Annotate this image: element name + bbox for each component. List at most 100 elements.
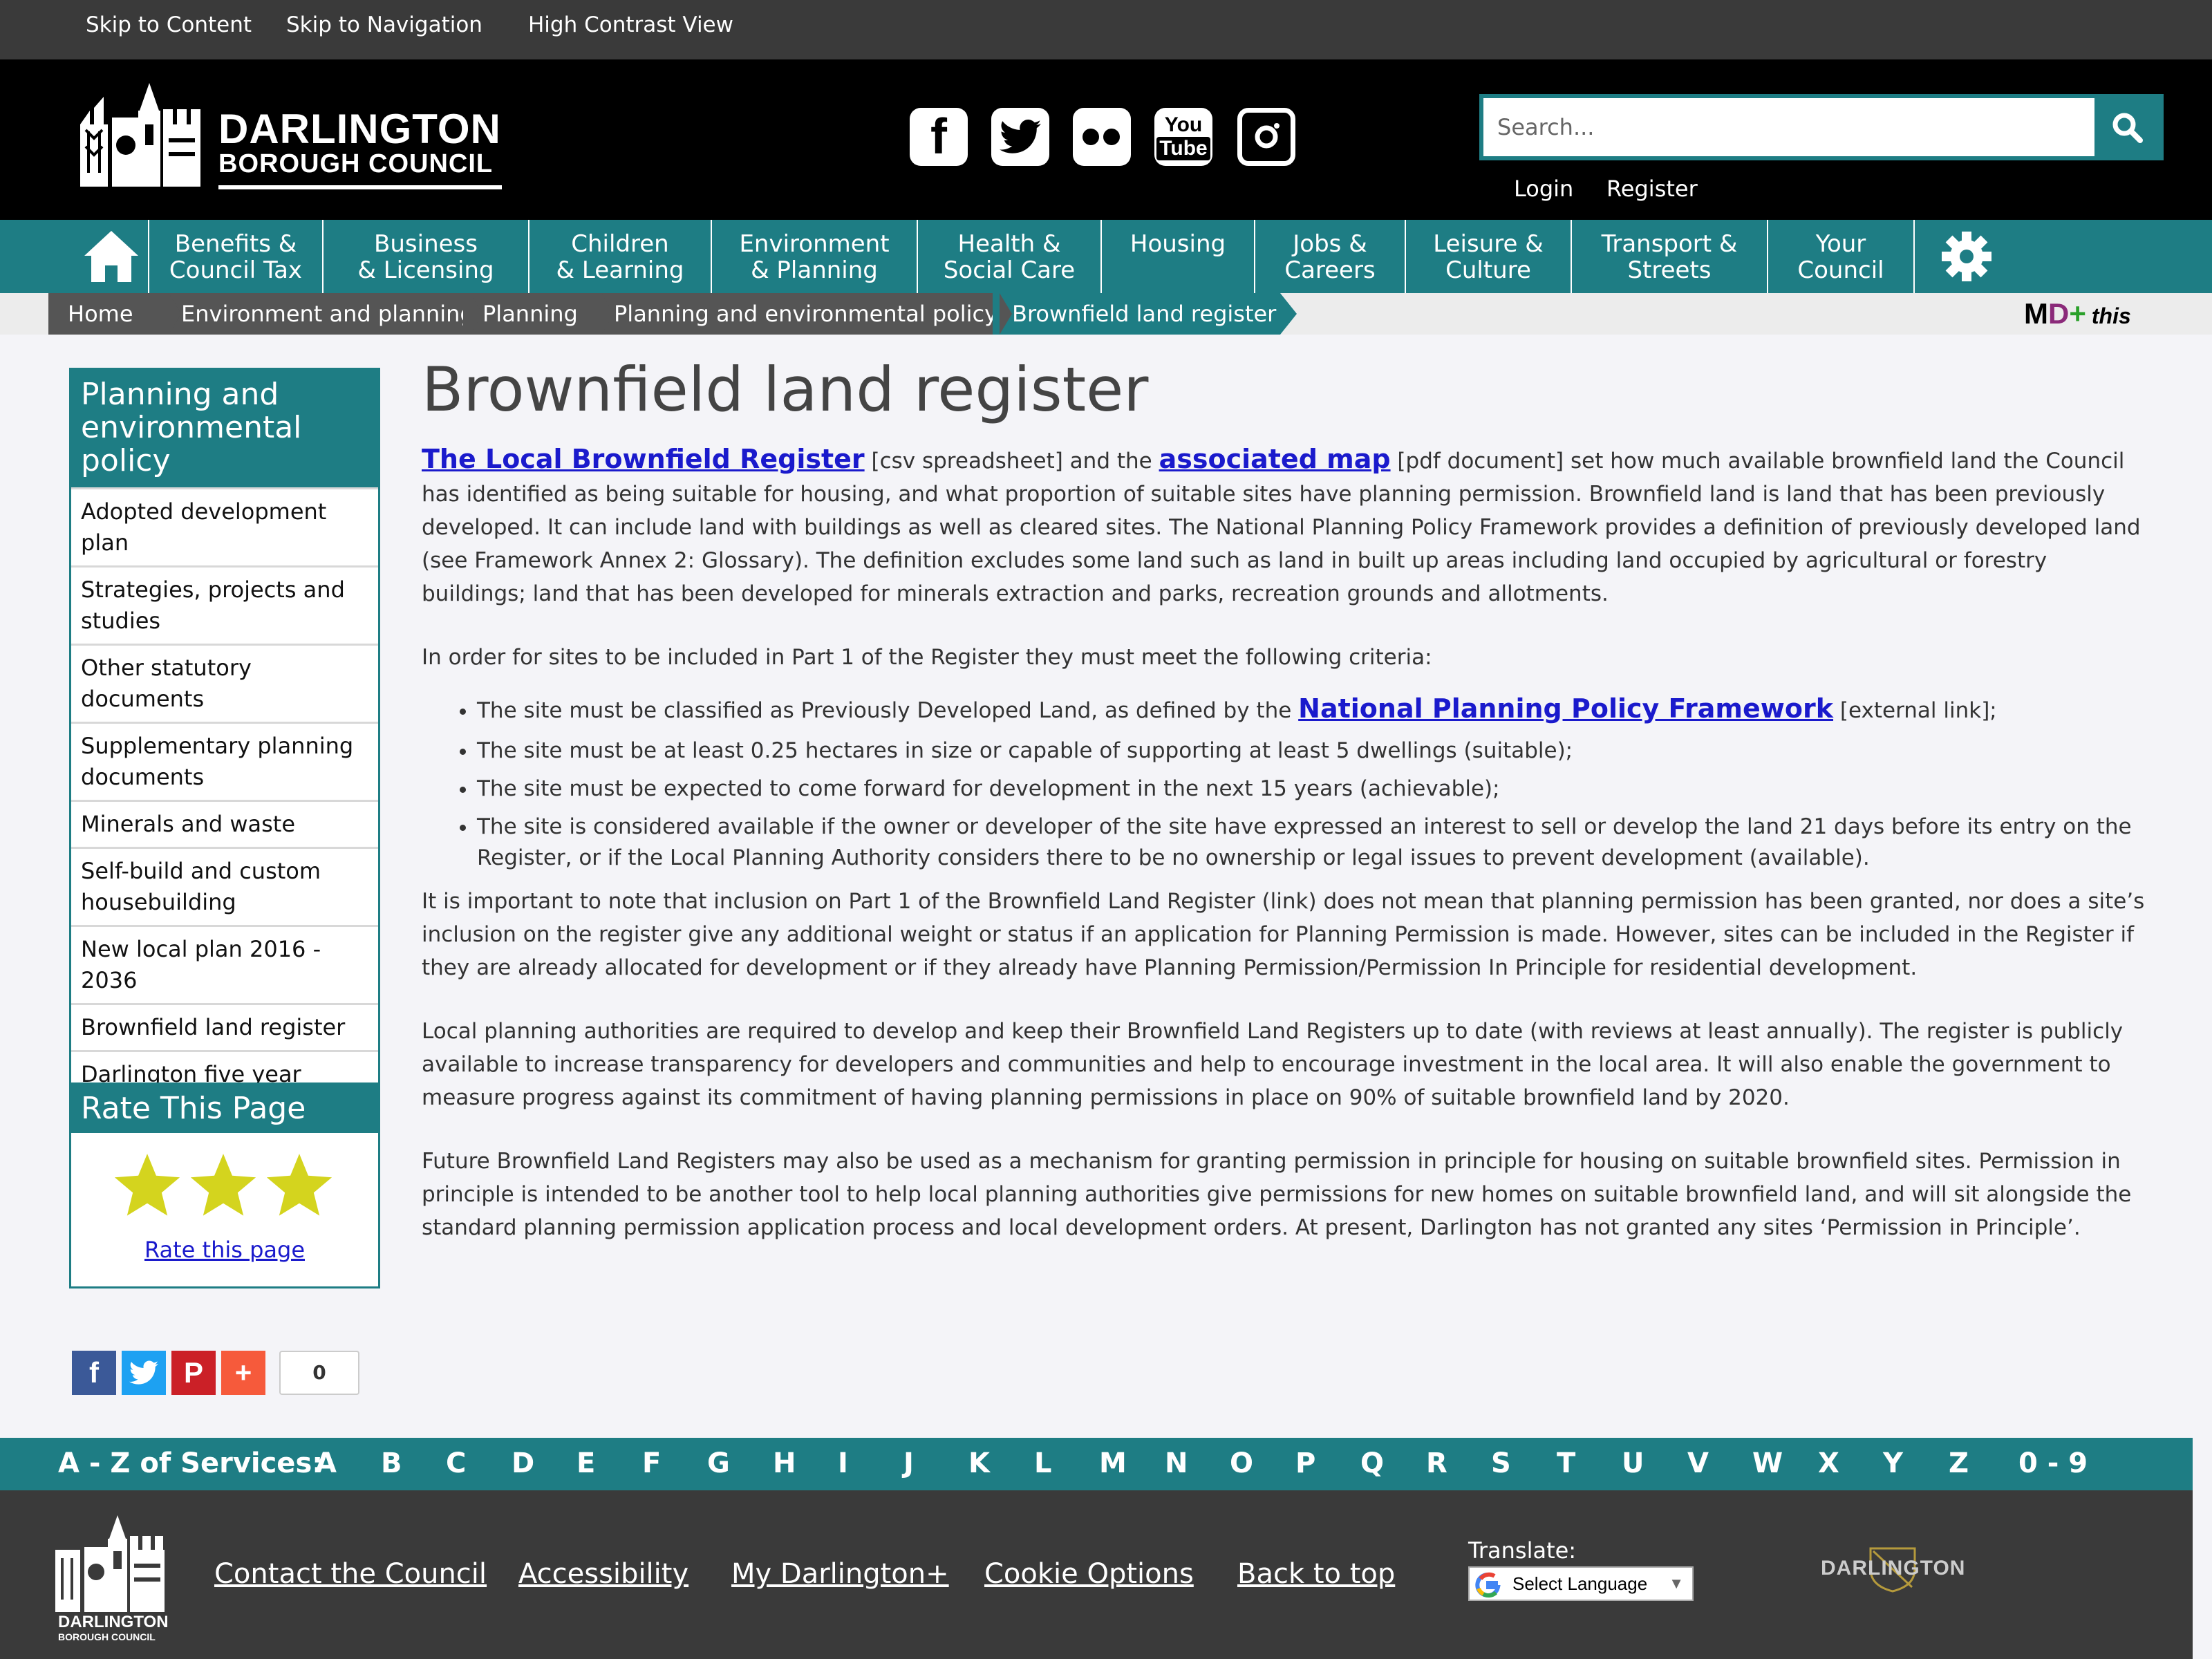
az-letter-q[interactable]: Q — [1360, 1447, 1384, 1479]
breadcrumb-home[interactable]: Home — [48, 293, 169, 335]
sidebar-item-adopted-plan[interactable]: Adopted development plan — [71, 487, 378, 565]
share-twitter-button[interactable] — [122, 1351, 166, 1395]
nav-leisure[interactable]: Leisure & Culture — [1406, 220, 1572, 293]
main-content: The Local Brownfield Register [csv sprea… — [422, 442, 2150, 1275]
twitter-icon[interactable] — [991, 108, 1049, 166]
high-contrast-link[interactable]: High Contrast View — [528, 12, 733, 37]
search-button[interactable] — [2094, 98, 2159, 156]
az-letter-x[interactable]: X — [1818, 1447, 1839, 1479]
breadcrumb-environment[interactable]: Environment and planning — [162, 293, 474, 335]
star-icon[interactable] — [189, 1154, 258, 1220]
share-count: 0 — [279, 1351, 359, 1395]
az-letter-c[interactable]: C — [446, 1447, 466, 1479]
youtube-icon[interactable]: You Tube — [1154, 108, 1212, 166]
sidebar-item-supplementary[interactable]: Supplementary planning documents — [71, 722, 378, 800]
council-logo[interactable]: DARLINGTON BOROUGH COUNCIL — [80, 83, 502, 200]
criteria-list: The site must be classified as Previousl… — [477, 691, 2150, 874]
az-letter-a[interactable]: A — [315, 1447, 337, 1479]
breadcrumb-current: Brownfield land register — [993, 293, 1280, 335]
nav-environment[interactable]: Environment & Planning — [712, 220, 918, 293]
sidebar-item-brownfield[interactable]: Brownfield land register — [71, 1003, 378, 1050]
az-letter-o[interactable]: O — [1230, 1447, 1253, 1479]
az-letter-u[interactable]: U — [1622, 1447, 1644, 1479]
az-letter-n[interactable]: N — [1165, 1447, 1188, 1479]
skip-to-navigation-link[interactable]: Skip to Navigation — [286, 12, 482, 37]
back-to-top-link[interactable]: Back to top — [1237, 1558, 1395, 1590]
rate-this-page-link[interactable]: Rate this page — [71, 1237, 378, 1263]
local-brownfield-register-link[interactable]: The Local Brownfield Register — [422, 444, 865, 474]
cookie-options-link[interactable]: Cookie Options — [984, 1558, 1194, 1590]
skip-to-content-link[interactable]: Skip to Content — [86, 12, 252, 37]
nav-health[interactable]: Health & Social Care — [918, 220, 1102, 293]
login-link[interactable]: Login — [1514, 176, 1573, 202]
az-letter-d[interactable]: D — [512, 1447, 534, 1479]
sidebar-item-statutory[interactable]: Other statutory documents — [71, 644, 378, 722]
az-letter-j[interactable]: J — [903, 1447, 914, 1479]
search-input[interactable] — [1483, 98, 2099, 156]
register-link[interactable]: Register — [1606, 176, 1698, 202]
az-letter-0-9[interactable]: 0 - 9 — [2018, 1447, 2088, 1479]
logo-line-2: BOROUGH COUNCIL — [218, 149, 494, 178]
translate-label: Translate: — [1468, 1537, 1577, 1564]
az-label: A - Z of Services: — [58, 1447, 324, 1479]
star-icon[interactable] — [265, 1154, 334, 1220]
az-letter-r[interactable]: R — [1426, 1447, 1447, 1479]
language-select[interactable]: Select Language ▼ — [1468, 1566, 1694, 1601]
share-pinterest-button[interactable]: P — [171, 1351, 216, 1395]
az-letter-h[interactable]: H — [773, 1447, 796, 1479]
share-more-button[interactable]: + — [221, 1351, 265, 1395]
az-letter-b[interactable]: B — [381, 1447, 402, 1479]
nav-jobs[interactable]: Jobs & Careers — [1255, 220, 1406, 293]
az-letter-e[interactable]: E — [577, 1447, 595, 1479]
nav-business[interactable]: Business & Licensing — [324, 220, 529, 293]
sidebar-item-minerals[interactable]: Minerals and waste — [71, 800, 378, 847]
star-icon[interactable] — [113, 1154, 182, 1220]
az-letter-k[interactable]: K — [968, 1447, 990, 1479]
utility-bar: Skip to Content Skip to Navigation High … — [0, 0, 2212, 59]
az-letter-f[interactable]: F — [642, 1447, 661, 1479]
nav-your-council[interactable]: Your Council — [1768, 220, 1915, 293]
footer-brand-logo[interactable]: DARLINGTON — [1821, 1547, 1965, 1593]
az-services-bar: A - Z of Services: A B C D E F G H I J K L M N O P Q R S T U… — [0, 1438, 2193, 1490]
sidebar-item-self-build[interactable]: Self-build and custom housebuilding — [71, 847, 378, 925]
breadcrumb-separator — [470, 293, 482, 335]
az-letter-l[interactable]: L — [1034, 1447, 1052, 1479]
az-letter-g[interactable]: G — [707, 1447, 730, 1479]
nppf-link[interactable]: National Planning Policy Framework — [1298, 693, 1833, 724]
language-select-label: Select Language — [1512, 1573, 1648, 1594]
rating-stars[interactable] — [113, 1154, 341, 1223]
az-letter-p[interactable]: P — [1295, 1447, 1315, 1479]
breadcrumb-policy[interactable]: Planning and environmental policy — [594, 293, 1000, 335]
paragraph: It is important to note that inclusion o… — [422, 889, 2145, 980]
share-facebook-button[interactable]: f — [72, 1351, 116, 1395]
page-title: Brownfield land register — [422, 354, 1149, 425]
accessibility-link[interactable]: Accessibility — [518, 1558, 688, 1590]
az-letter-v[interactable]: V — [1687, 1447, 1709, 1479]
md-this-logo[interactable]: MD+ this — [2024, 297, 2131, 330]
associated-map-link[interactable]: associated map — [1159, 444, 1391, 474]
az-letter-i[interactable]: I — [838, 1447, 848, 1479]
breadcrumb-planning[interactable]: Planning — [463, 293, 601, 335]
az-letter-t[interactable]: T — [1557, 1447, 1575, 1479]
az-letter-m[interactable]: M — [1099, 1447, 1127, 1479]
list-item: The site must be at least 0.25 hectares … — [477, 735, 2150, 767]
instagram-icon[interactable] — [1237, 108, 1295, 166]
nav-benefits[interactable]: Benefits & Council Tax — [149, 220, 324, 293]
az-letter-s[interactable]: S — [1491, 1447, 1511, 1479]
az-letter-w[interactable]: W — [1752, 1447, 1783, 1479]
nav-children[interactable]: Children & Learning — [529, 220, 712, 293]
facebook-icon[interactable]: f — [910, 108, 968, 166]
az-letter-z[interactable]: Z — [1949, 1447, 1969, 1479]
logo-line-1: DARLINGTON — [218, 106, 501, 152]
az-letter-y[interactable]: Y — [1883, 1447, 1903, 1479]
nav-settings[interactable] — [1915, 220, 2018, 293]
my-darlington-link[interactable]: My Darlington+ — [731, 1558, 949, 1590]
nav-transport[interactable]: Transport & Streets — [1572, 220, 1768, 293]
flickr-icon[interactable] — [1073, 108, 1131, 166]
nav-home[interactable] — [75, 220, 149, 293]
sidebar-item-strategies[interactable]: Strategies, projects and studies — [71, 565, 378, 644]
contact-council-link[interactable]: Contact the Council — [214, 1558, 487, 1590]
nav-housing[interactable]: Housing — [1102, 220, 1255, 293]
sidebar-item-local-plan[interactable]: New local plan 2016 - 2036 — [71, 925, 378, 1003]
paragraph: Future Brownfield Land Registers may als… — [422, 1149, 2132, 1240]
